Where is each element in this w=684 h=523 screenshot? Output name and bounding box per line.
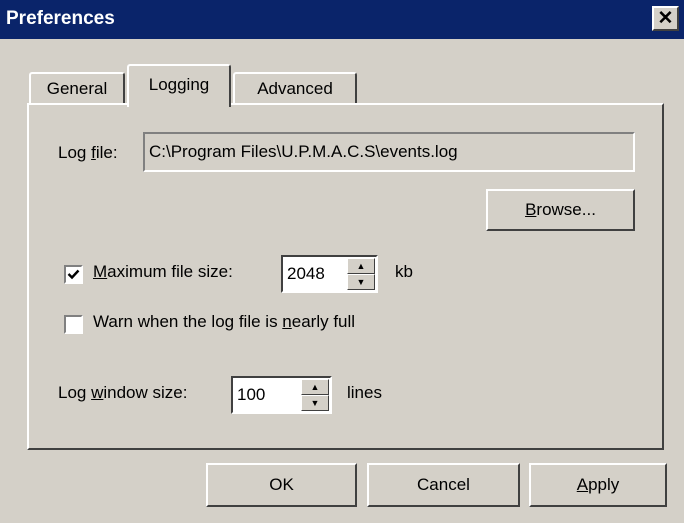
- log-window-size-increment-button[interactable]: ▲: [301, 379, 329, 395]
- logging-panel: Log file: C:\Program Files\U.P.M.A.C.S\e…: [27, 103, 664, 450]
- log-window-size-stepper[interactable]: 100 ▲ ▼: [231, 376, 332, 414]
- log-file-path-field[interactable]: C:\Program Files\U.P.M.A.C.S\events.log: [143, 132, 635, 172]
- browse-button[interactable]: Browse...: [486, 189, 635, 231]
- checkmark-icon: [67, 269, 80, 280]
- arrow-up-icon: ▲: [356, 261, 366, 271]
- tab-advanced-label: Advanced: [257, 79, 333, 98]
- tab-general-label: General: [46, 79, 108, 98]
- log-window-size-label: Log window size:: [58, 383, 188, 402]
- log-window-size-spinner: ▲ ▼: [301, 379, 329, 411]
- window-title: Preferences: [6, 8, 115, 29]
- apply-button[interactable]: Apply: [529, 463, 667, 507]
- close-icon: ✕: [657, 8, 674, 29]
- close-button[interactable]: ✕: [652, 6, 679, 31]
- tab-general[interactable]: General: [29, 72, 125, 105]
- log-file-path-value: C:\Program Files\U.P.M.A.C.S\events.log: [149, 142, 458, 161]
- tab-advanced[interactable]: Advanced: [233, 72, 357, 105]
- tab-logging-label: Logging: [148, 75, 210, 94]
- log-window-size-value: 100: [237, 385, 266, 404]
- max-file-size-value: 2048: [287, 264, 325, 283]
- max-file-size-increment-button[interactable]: ▲: [347, 258, 375, 274]
- tab-logging[interactable]: Logging: [127, 64, 231, 107]
- max-file-size-spinner: ▲ ▼: [347, 258, 375, 290]
- max-file-size-decrement-button[interactable]: ▼: [347, 274, 375, 290]
- arrow-down-icon: ▼: [310, 398, 320, 408]
- log-file-label: Log file:: [58, 143, 118, 162]
- ok-button[interactable]: OK: [206, 463, 357, 507]
- title-bar: Preferences ✕: [0, 0, 684, 39]
- cancel-button[interactable]: Cancel: [367, 463, 520, 507]
- log-window-size-decrement-button[interactable]: ▼: [301, 395, 329, 411]
- warn-nearly-full-label: Warn when the log file is nearly full: [93, 312, 356, 331]
- log-window-size-unit: lines: [347, 383, 382, 402]
- max-file-size-stepper[interactable]: 2048 ▲ ▼: [281, 255, 378, 293]
- max-file-size-unit: kb: [395, 262, 413, 281]
- arrow-down-icon: ▼: [356, 277, 366, 287]
- warn-nearly-full-checkbox[interactable]: [64, 315, 83, 334]
- max-file-size-checkbox[interactable]: [64, 265, 83, 284]
- arrow-up-icon: ▲: [310, 382, 320, 392]
- max-file-size-label: Maximum file size:: [93, 262, 233, 281]
